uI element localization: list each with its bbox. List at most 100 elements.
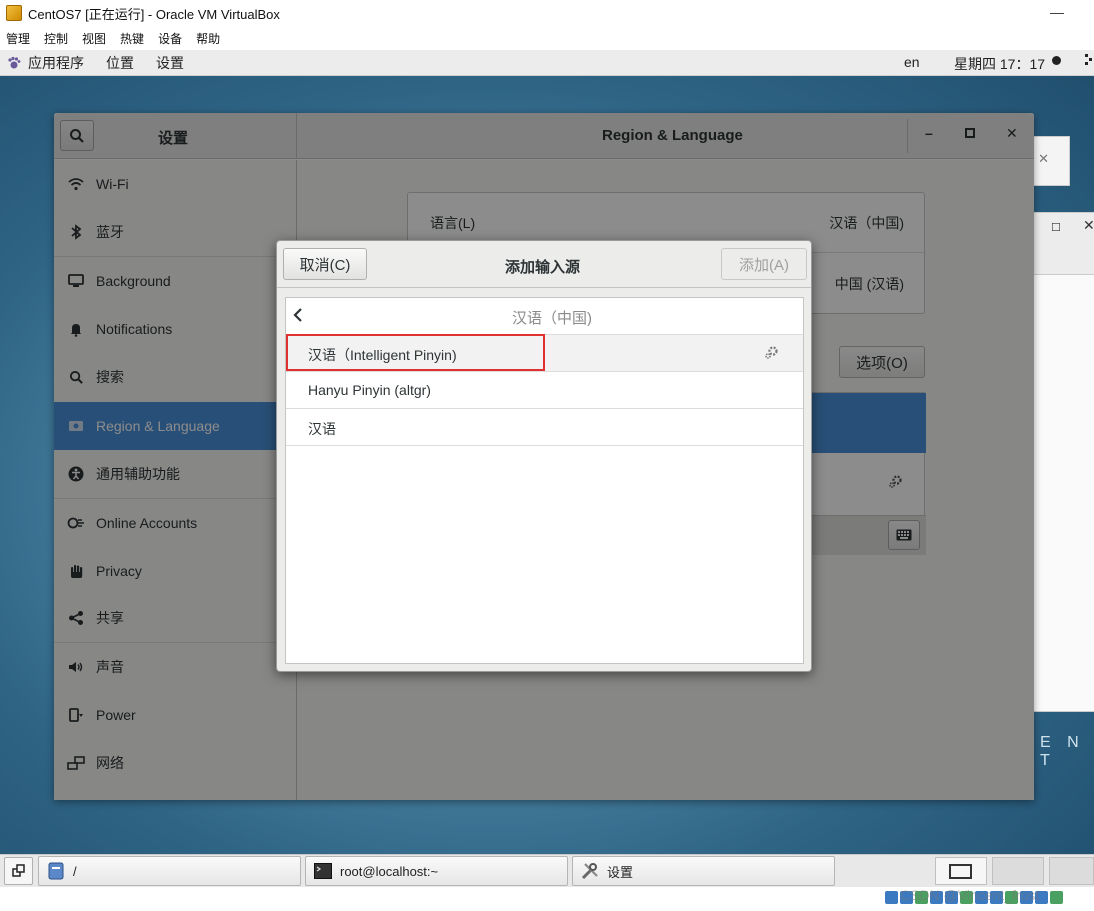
sidebar-item-background[interactable]: Background [54, 257, 296, 305]
places-menu[interactable]: 位置 [106, 53, 134, 73]
gnome-foot-icon [6, 55, 22, 71]
sidebar-item-label: 声音 [96, 659, 124, 675]
settings-title: 设置 [158, 130, 189, 147]
desktop-logo-text: E N T [1040, 734, 1085, 769]
sidebar-item-wifi[interactable]: Wi-Fi [54, 160, 296, 208]
taskbar-item-settings[interactable]: 设置 [572, 856, 835, 886]
sidebar-item-sound[interactable]: 声音 [54, 643, 296, 691]
add-button[interactable]: 添加(A) [721, 248, 807, 280]
sidebar-item-online-accounts[interactable]: Online Accounts [54, 499, 296, 547]
list-item-chinese[interactable]: 汉语 [286, 409, 803, 446]
close-icon[interactable]: ✕ [1083, 217, 1094, 234]
watermark: CSDN @Vincent_frost [900, 887, 1040, 903]
back-row-label: 汉语（中国) [512, 310, 592, 327]
taskbar-item-files[interactable]: / [38, 856, 301, 886]
sidebar-item-privacy[interactable]: Privacy [54, 547, 296, 595]
menu-manage[interactable]: 管理 [6, 30, 30, 47]
clock[interactable]: 星期四 17：17 [954, 54, 1045, 74]
sidebar-item-label: Region & Language [96, 418, 220, 434]
hard-disk-icon [885, 891, 898, 904]
vbox-status-bar: CSDN @Vincent_frost [0, 887, 1094, 911]
sidebar-item-label: Power [96, 707, 136, 723]
settings-header-left: 设置 [54, 113, 297, 159]
sidebar-item-power[interactable]: Power [54, 691, 296, 739]
workspace-3[interactable] [1049, 857, 1094, 885]
sidebar-item-label: 蓝牙 [96, 224, 124, 240]
accessibility-icon [67, 465, 85, 483]
speaker-icon [67, 658, 85, 676]
add-input-source-dialog: 取消(C) 添加输入源 添加(A) 汉语（中国) 汉语（Intelligent … [276, 240, 812, 672]
options-button[interactable]: 选项(O) [839, 346, 925, 378]
host-key-icon [1050, 891, 1063, 904]
language-label: 语言(L) [430, 215, 476, 231]
sidebar-item-label: Background [96, 273, 171, 289]
status-dot-icon[interactable] [1052, 56, 1061, 65]
menu-devices[interactable]: 设备 [158, 30, 182, 47]
search-button[interactable] [60, 120, 94, 151]
gear-icon[interactable] [764, 344, 780, 363]
chevron-left-icon[interactable] [292, 307, 304, 326]
back-row[interactable]: 汉语（中国) [286, 298, 803, 335]
desktop-icon [11, 864, 25, 877]
dialog-title: 添加输入源 [505, 259, 581, 276]
bluetooth-icon [67, 223, 85, 241]
sidebar-item-label: 网络 [96, 755, 124, 771]
sidebar-item-label: 共享 [96, 610, 124, 626]
display-icon [67, 272, 85, 290]
list-item-intelligent-pinyin[interactable]: 汉语（Intelligent Pinyin) [286, 334, 803, 372]
settings-app-menu[interactable]: 设置 [156, 53, 184, 73]
sidebar-item-accessibility[interactable]: 通用辅助功能 [54, 450, 296, 498]
workspace-1[interactable] [935, 857, 987, 885]
sidebar-item-notifications[interactable]: Notifications [54, 305, 296, 353]
sidebar-item-sharing[interactable]: 共享 [54, 594, 296, 642]
terminal-icon [314, 862, 332, 880]
menu-view[interactable]: 视图 [82, 30, 106, 47]
guest-desktop: 应用程序 位置 设置 en 星期四 17：17 ✕ ☐ ✕ E N T 设置 R… [0, 50, 1094, 854]
list-item-hanyu-pinyin[interactable]: Hanyu Pinyin (altgr) [286, 372, 803, 409]
maximize-icon[interactable] [965, 125, 975, 141]
accounts-icon [67, 514, 85, 532]
sidebar-item-label: Privacy [96, 563, 142, 579]
menu-control[interactable]: 控制 [44, 30, 68, 47]
minimize-icon[interactable]: – [925, 125, 933, 141]
sidebar-item-label: Online Accounts [96, 515, 198, 531]
virtualbox-icon [6, 5, 22, 21]
settings-header-right: Region & Language – ✕ [297, 113, 1034, 159]
sidebar-item-label: Notifications [96, 321, 173, 337]
keyboard-layout-button[interactable] [888, 520, 920, 550]
sidebar-item-label: Wi-Fi [96, 176, 129, 192]
sidebar-item-region-language[interactable]: Region & Language [54, 402, 296, 450]
power-icon [67, 706, 85, 724]
language-value: 汉语（中国) [829, 215, 904, 231]
close-icon[interactable]: ✕ [1006, 125, 1018, 142]
share-icon [67, 609, 85, 627]
system-menu-icon[interactable] [1084, 53, 1094, 70]
close-icon[interactable]: ✕ [1038, 151, 1049, 167]
search-icon [70, 128, 84, 143]
list-item-label: 汉语 [308, 421, 336, 437]
maximize-icon[interactable]: ☐ [1051, 221, 1061, 234]
sidebar-item-bluetooth[interactable]: 蓝牙 [54, 208, 296, 256]
taskbar-item-terminal[interactable]: root@localhost:~ [305, 856, 568, 886]
show-desktop-button[interactable] [4, 857, 33, 885]
hand-icon [67, 562, 85, 580]
input-language-indicator[interactable]: en [904, 54, 920, 70]
menu-hotkeys[interactable]: 热键 [120, 30, 144, 47]
sidebar-item-label: 搜索 [96, 369, 124, 385]
applications-menu[interactable]: 应用程序 [28, 53, 84, 73]
file-manager-icon [47, 862, 65, 880]
network-icon [67, 754, 85, 772]
minimize-button[interactable]: — [1050, 4, 1064, 20]
menu-help[interactable]: 帮助 [196, 30, 220, 47]
input-source-list: 汉语（中国) 汉语（Intelligent Pinyin) Hanyu Piny… [285, 297, 804, 664]
sidebar-item-network[interactable]: 网络 [54, 739, 296, 787]
cancel-button[interactable]: 取消(C) [283, 248, 367, 280]
bell-icon [67, 320, 85, 338]
panel-title: Region & Language [602, 127, 743, 144]
gear-icon[interactable] [888, 473, 904, 492]
workspace-2[interactable] [992, 857, 1044, 885]
vbox-menubar: 管理 控制 视图 热键 设备 帮助 [0, 26, 1094, 50]
keyboard-icon [896, 529, 912, 541]
list-item-label: Hanyu Pinyin (altgr) [308, 382, 431, 398]
sidebar-item-search[interactable]: 搜索 [54, 353, 296, 401]
